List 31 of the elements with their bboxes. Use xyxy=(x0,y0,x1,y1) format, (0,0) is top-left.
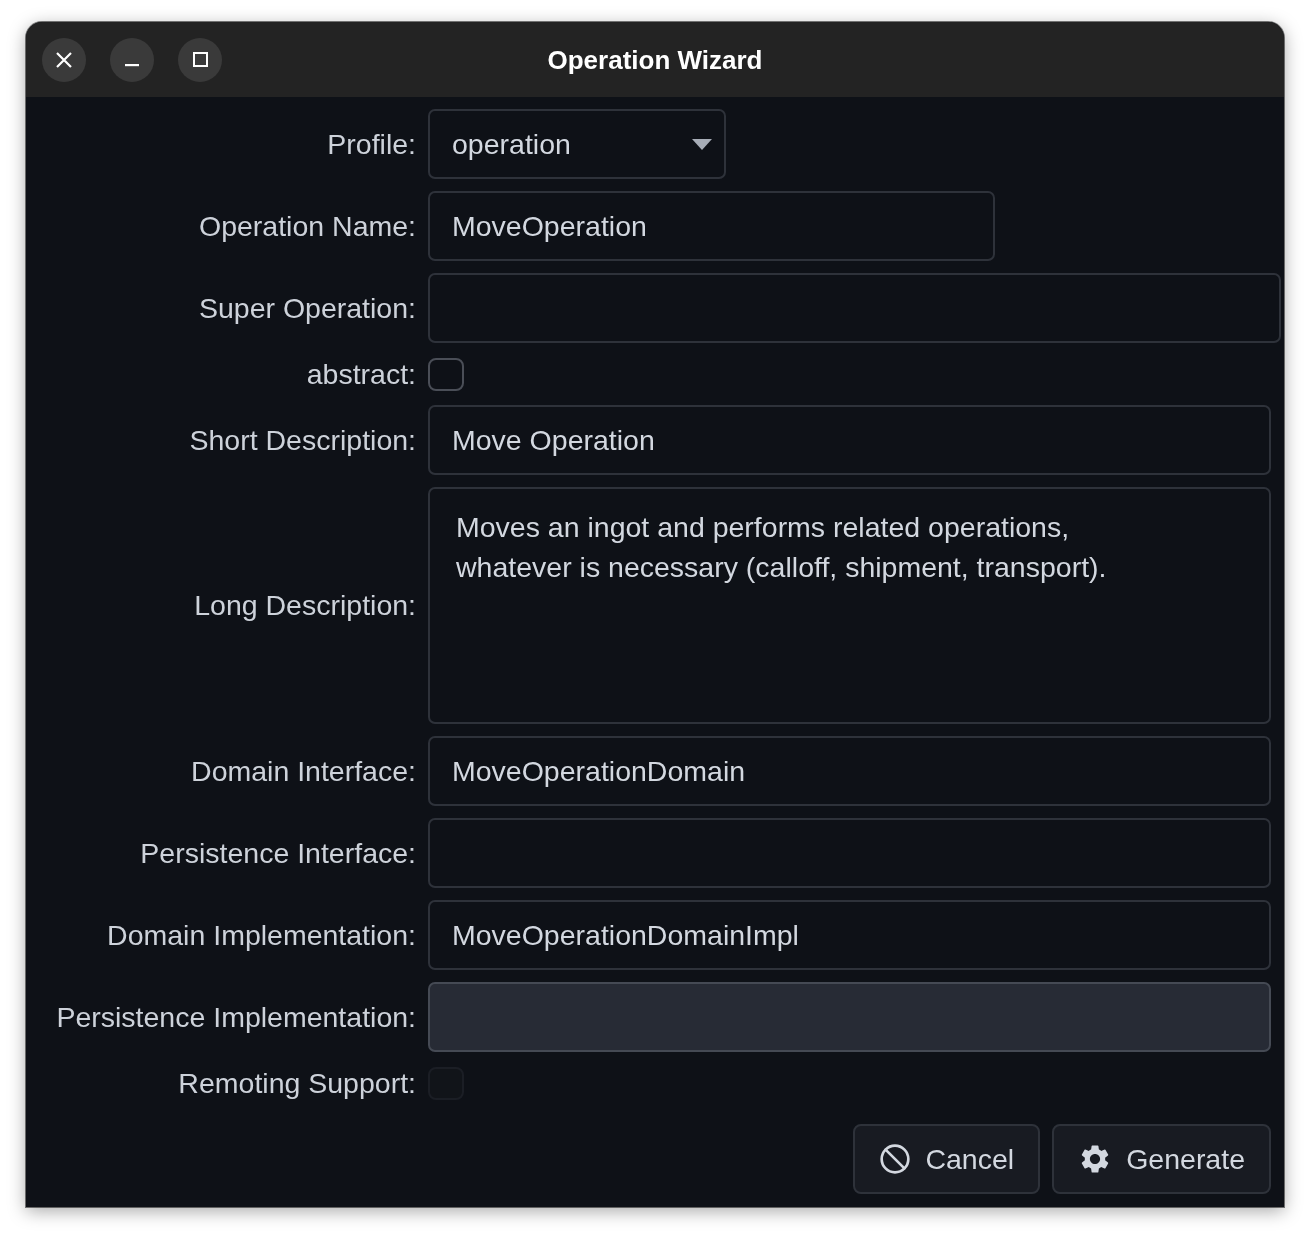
maximize-button[interactable] xyxy=(178,37,222,82)
text-field[interactable] xyxy=(428,818,1271,888)
close-icon xyxy=(56,51,72,68)
field-label: Persistence Implementation: xyxy=(56,1000,416,1034)
checkbox[interactable] xyxy=(428,357,464,391)
field-label: Persistence Interface: xyxy=(140,836,416,870)
field-label: Profile: xyxy=(327,127,416,161)
caret-icon xyxy=(692,138,712,150)
text-area[interactable]: Moves an ingot and performs related operations, whatever is necessary (calloff, shipment, transport). xyxy=(428,487,1271,724)
dropdown[interactable]: operation xyxy=(428,109,726,179)
maximize-icon xyxy=(192,52,208,67)
cancel-button[interactable]: Cancel xyxy=(853,1124,1041,1194)
field-label: Short Description: xyxy=(189,423,416,457)
text-field[interactable]: MoveOperation xyxy=(428,191,995,261)
generate-button[interactable]: Generate xyxy=(1052,1124,1271,1194)
field-label: Operation Name: xyxy=(198,209,416,243)
field-label: Remoting Support: xyxy=(178,1066,416,1100)
field-label: abstract: xyxy=(306,357,416,391)
text-field[interactable]: MoveOperationDomainImpl xyxy=(428,900,1271,970)
prohibited-icon xyxy=(879,1143,912,1175)
text-field[interactable]: MoveOperationDomain xyxy=(428,736,1271,806)
field-label: Domain Implementation: xyxy=(107,918,416,952)
text-field[interactable] xyxy=(428,273,1281,343)
field-label: Long Description: xyxy=(194,589,416,622)
text-field[interactable]: Move Operation xyxy=(428,405,1271,475)
minimize-icon xyxy=(125,64,139,67)
minimize-button[interactable] xyxy=(110,37,154,82)
window-title: Operation Wizard xyxy=(547,44,763,75)
field-label: Domain Interface: xyxy=(191,754,416,788)
close-button[interactable] xyxy=(42,37,86,82)
field-label: Super Operation: xyxy=(198,291,416,325)
